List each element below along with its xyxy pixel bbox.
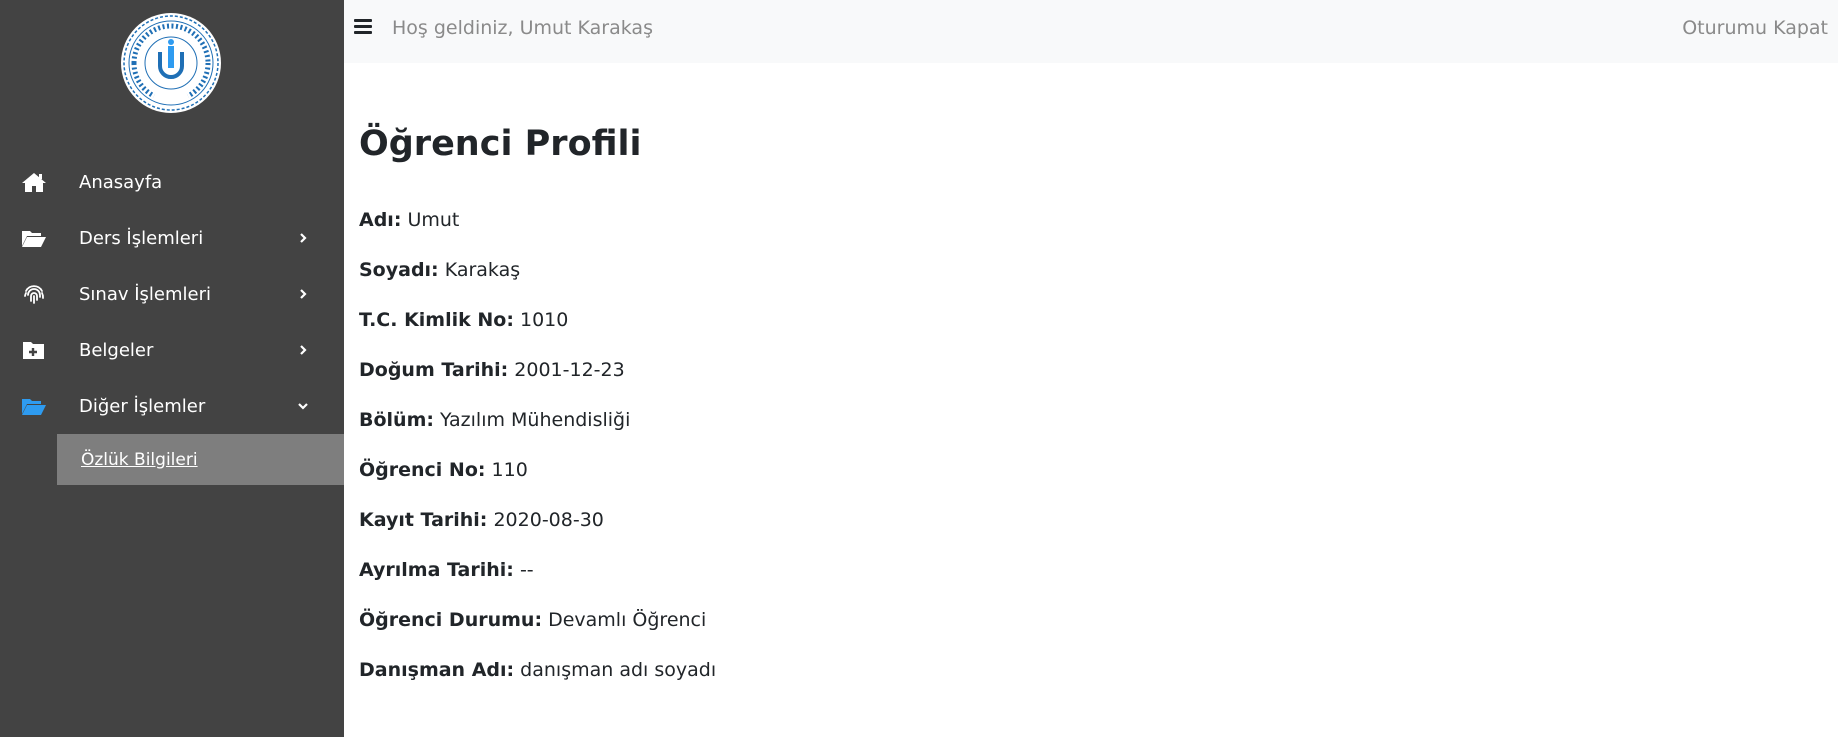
field-value: Karakaş xyxy=(444,259,521,281)
chevron-right-icon xyxy=(297,232,309,244)
sidebar-item-label: Sınav İşlemleri xyxy=(79,283,212,305)
field-value: danışman adı soyadı xyxy=(520,659,717,681)
profile-field-soyad: Soyadı: Karakaş xyxy=(359,259,520,281)
chevron-down-icon xyxy=(297,400,309,412)
sidebar: Anasayfa Ders İşlemleri Sınav İşlemleri xyxy=(0,0,344,737)
profile-field-danisman-adi: Danışman Adı: danışman adı soyadı xyxy=(359,659,716,681)
field-label: Ayrılma Tarihi: xyxy=(359,559,514,581)
home-icon xyxy=(21,171,47,193)
field-label: Danışman Adı: xyxy=(359,659,515,681)
ozluk-bilgileri-link[interactable]: Özlük Bilgileri xyxy=(81,450,198,470)
sidebar-item-label: Anasayfa xyxy=(79,171,163,193)
field-label: Soyadı: xyxy=(359,259,439,281)
welcome-text: Hoş geldiniz, Umut Karakaş xyxy=(392,17,653,39)
sidebar-item-diger-islemler[interactable]: Diğer İşlemler xyxy=(0,378,344,434)
field-value: 2020-08-30 xyxy=(493,509,604,531)
sidebar-item-label: Belgeler xyxy=(79,339,154,361)
sidebar-item-label: Diğer İşlemler xyxy=(79,395,206,417)
fingerprint-icon xyxy=(21,283,47,305)
subnav-item-ozluk-bilgileri: Özlük Bilgileri xyxy=(57,434,344,485)
logout-link[interactable]: Oturumu Kapat xyxy=(1682,17,1828,39)
field-label: Kayıt Tarihi: xyxy=(359,509,488,531)
sidebar-item-ders-islemleri[interactable]: Ders İşlemleri xyxy=(0,210,344,266)
sidebar-item-belgeler[interactable]: Belgeler xyxy=(0,322,344,378)
chevron-right-icon xyxy=(297,288,309,300)
field-value: 1010 xyxy=(519,309,569,331)
profile-field-ogrenci-durumu: Öğrenci Durumu: Devamlı Öğrenci xyxy=(359,609,706,631)
field-label: Öğrenci No: xyxy=(359,459,486,481)
field-label: Bölüm: xyxy=(359,409,434,431)
field-value: Umut xyxy=(407,209,460,231)
hamburger-icon[interactable] xyxy=(354,19,372,35)
field-label: T.C. Kimlik No: xyxy=(359,309,514,331)
profile-field-ogrenci-no: Öğrenci No: 110 xyxy=(359,459,528,481)
field-label: Adı: xyxy=(359,209,402,231)
profile-field-ad: Adı: Umut xyxy=(359,209,459,231)
university-logo[interactable] xyxy=(120,12,222,114)
profile-field-bolum: Bölüm: Yazılım Mühendisliği xyxy=(359,409,630,431)
field-value: 2001-12-23 xyxy=(514,359,625,381)
profile-field-kayit-tarihi: Kayıt Tarihi: 2020-08-30 xyxy=(359,509,604,531)
folder-open-icon xyxy=(21,227,47,249)
field-value: -- xyxy=(519,559,534,581)
chevron-right-icon xyxy=(297,344,309,356)
sidebar-item-label: Ders İşlemleri xyxy=(79,227,204,249)
field-value: Devamlı Öğrenci xyxy=(548,609,707,631)
field-label: Öğrenci Durumu: xyxy=(359,609,543,631)
profile-field-ayrilma-tarihi: Ayrılma Tarihi: -- xyxy=(359,559,534,581)
folder-open-icon xyxy=(21,395,47,417)
university-seal-icon xyxy=(121,13,221,113)
field-value: Yazılım Mühendisliği xyxy=(440,409,631,431)
sidebar-item-sinav-islemleri[interactable]: Sınav İşlemleri xyxy=(0,266,344,322)
profile-field-dogum-tarihi: Doğum Tarihi: 2001-12-23 xyxy=(359,359,625,381)
page-title: Öğrenci Profili xyxy=(359,124,642,164)
sidebar-nav: Anasayfa Ders İşlemleri Sınav İşlemleri xyxy=(0,154,344,434)
profile-field-tc-kimlik: T.C. Kimlik No: 1010 xyxy=(359,309,568,331)
sidebar-item-anasayfa[interactable]: Anasayfa xyxy=(0,154,344,210)
field-value: 110 xyxy=(491,459,528,481)
field-label: Doğum Tarihi: xyxy=(359,359,509,381)
folder-plus-icon xyxy=(21,339,47,361)
topbar: Hoş geldiniz, Umut Karakaş Oturumu Kapat xyxy=(344,0,1838,63)
